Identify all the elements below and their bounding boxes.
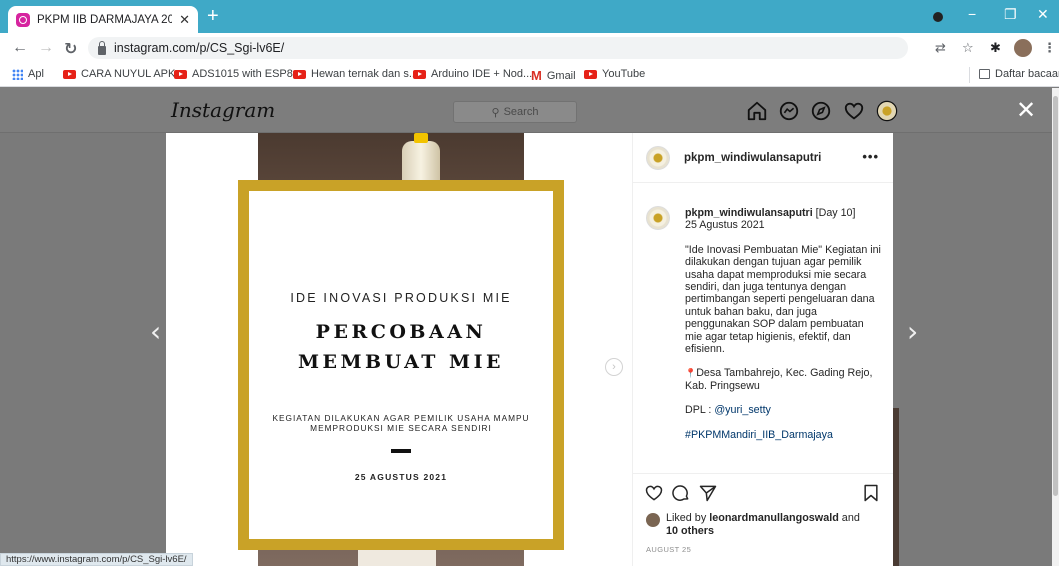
lock-icon <box>98 40 106 55</box>
caption-author-avatar[interactable] <box>646 206 670 230</box>
reload-icon[interactable]: ↻ <box>64 39 77 59</box>
explore-compass-icon[interactable] <box>810 100 832 122</box>
likes-summary: Liked by leonardmanullangoswald and 10 o… <box>646 512 860 538</box>
address-bar[interactable]: instagram.com/p/CS_Sgi-lv6E/ <box>88 37 908 59</box>
search-input[interactable]: ⚲ Search <box>453 101 577 123</box>
status-bar-url: https://www.instagram.com/p/CS_Sgi-lv6E/ <box>0 553 193 566</box>
bookmark-apps[interactable]: Apl <box>12 68 44 80</box>
location-pin-icon: 📍 <box>685 368 697 379</box>
post-actions: Liked by leonardmanullangoswald and 10 o… <box>633 473 893 565</box>
back-arrow-icon[interactable]: ← <box>12 39 28 57</box>
bookmark-item[interactable]: ADS1015 with ESP8... <box>174 68 302 80</box>
account-avatar[interactable] <box>1014 39 1032 57</box>
caption-day: [Day 10] <box>815 207 856 219</box>
extensions-puzzle-icon[interactable]: ✱ <box>990 40 1001 56</box>
next-post-arrow-icon[interactable]: › <box>907 315 918 348</box>
comment-icon[interactable] <box>671 483 691 503</box>
poster-date: 25 AGUSTUS 2021 <box>354 472 448 482</box>
poster-subtitle: IDE INOVASI PRODUKSI MIE <box>290 291 512 305</box>
bookmark-item[interactable]: Arduino IDE + Nod... <box>413 68 532 80</box>
instagram-favicon-icon <box>16 12 30 27</box>
like-heart-icon[interactable] <box>644 483 664 503</box>
reading-list-icon <box>979 69 990 79</box>
poster-divider <box>391 449 411 453</box>
carousel-next-button[interactable]: › <box>605 358 623 376</box>
caption-username[interactable]: pkpm_windiwulansaputri <box>685 207 813 219</box>
hashtag-link[interactable]: #PKPMMandiri_IIB_Darmajaya <box>685 429 833 441</box>
bookmark-star-icon[interactable]: ☆ <box>962 40 974 56</box>
post-header: pkpm_windiwulansaputri ••• <box>633 133 893 183</box>
caption-date: 25 Agustus 2021 <box>685 219 765 232</box>
home-icon[interactable] <box>746 100 768 122</box>
more-options-icon[interactable]: ••• <box>862 149 879 164</box>
post-date[interactable]: AUGUST 25 <box>646 545 691 554</box>
liker-username[interactable]: leonardmanullangoswald <box>709 512 839 524</box>
share-send-icon[interactable] <box>698 483 718 503</box>
minimize-button[interactable]: − <box>968 6 976 22</box>
dpl-label: DPL : <box>685 404 715 417</box>
new-tab-button[interactable]: + <box>207 6 219 26</box>
poster-frame: IDE INOVASI PRODUKSI MIE PERCOBAAN MEMBU… <box>238 180 564 550</box>
restore-button[interactable]: ❐ <box>1004 6 1017 23</box>
translate-icon[interactable]: ⇄ <box>935 40 946 56</box>
modal-close-button[interactable]: ✕ <box>1016 99 1036 123</box>
instagram-logo[interactable]: Instagram <box>171 98 275 122</box>
caption-text: pkpm_windiwulansaputri [Day 10] 25 Agust… <box>685 207 881 453</box>
tab-title: PKPM IIB DARMAJAYA 2021 (@pl <box>37 13 173 26</box>
caption-paragraph: "Ide Inovasi Pembuatan Mie" Kegiatan ini… <box>685 243 881 356</box>
browser-tab-active[interactable]: PKPM IIB DARMAJAYA 2021 (@pl ✕ <box>8 6 198 33</box>
search-icon: ⚲ <box>491 106 500 119</box>
profile-icon[interactable] <box>933 12 943 22</box>
poster-title-line1: PERCOBAAN <box>315 321 487 343</box>
bookmarks-bar: Apl CARA NUYUL APK... ADS1015 with ESP8.… <box>0 63 1059 87</box>
window-close-button[interactable]: ✕ <box>1037 6 1049 23</box>
liker-avatar[interactable] <box>646 513 660 527</box>
author-avatar[interactable] <box>646 145 670 170</box>
poster-title-line2: MEMBUAT MIE <box>298 351 504 373</box>
youtube-icon <box>413 69 426 79</box>
previous-post-arrow-icon[interactable]: ‹ <box>150 315 161 348</box>
scrollbar-thumb[interactable] <box>1053 96 1058 496</box>
heart-activity-icon[interactable] <box>843 100 865 122</box>
likes-others[interactable]: 10 others <box>666 525 714 537</box>
caption-location: Desa Tambahrejo, Kec. Gading Rejo, Kab. … <box>685 367 873 392</box>
gmail-icon: M <box>531 68 542 83</box>
bottle-cap-image <box>414 133 428 143</box>
reading-list-button[interactable]: Daftar bacaan <box>979 68 1059 80</box>
post-details-panel: pkpm_windiwulansaputri ••• pkpm_windiwul… <box>632 133 893 566</box>
dpl-user-link[interactable]: @yuri_setty <box>714 404 771 416</box>
browser-toolbar: ← → ↻ instagram.com/p/CS_Sgi-lv6E/ ⇄ ☆ ✱… <box>0 33 1059 63</box>
youtube-icon <box>293 69 306 79</box>
caption-area: pkpm_windiwulansaputri [Day 10] 25 Agust… <box>633 201 893 465</box>
bookmarks-separator <box>969 67 970 83</box>
apps-icon <box>12 68 23 80</box>
url-text: instagram.com/p/CS_Sgi-lv6E/ <box>114 41 285 55</box>
image-edge-strip <box>893 408 899 566</box>
bookmark-item[interactable]: Hewan ternak dan s... <box>293 68 418 80</box>
profile-avatar-icon[interactable] <box>876 100 898 122</box>
tab-close-icon[interactable]: ✕ <box>179 12 190 28</box>
author-username[interactable]: pkpm_windiwulansaputri <box>684 152 821 164</box>
bookmark-item[interactable]: CARA NUYUL APK... <box>63 68 185 80</box>
bookmark-youtube[interactable]: YouTube <box>584 68 645 80</box>
youtube-icon <box>63 69 76 79</box>
browser-tab-strip: PKPM IIB DARMAJAYA 2021 (@pl ✕ + − ❐ ✕ <box>0 0 1059 33</box>
poster-content: IDE INOVASI PRODUKSI MIE PERCOBAAN MEMBU… <box>249 191 553 539</box>
poster-description: KEGIATAN DILAKUKAN AGAR PEMILIK USAHA MA… <box>272 413 530 433</box>
menu-kebab-icon[interactable]: ⋮ <box>1043 40 1056 56</box>
youtube-icon <box>174 69 187 79</box>
save-bookmark-icon[interactable] <box>861 483 881 503</box>
post-image[interactable]: IDE INOVASI PRODUKSI MIE PERCOBAAN MEMBU… <box>166 133 632 566</box>
youtube-icon <box>584 69 597 79</box>
forward-arrow-icon[interactable]: → <box>38 39 54 57</box>
messenger-icon[interactable] <box>778 100 800 122</box>
bookmark-gmail[interactable]: M Gmail <box>531 68 576 83</box>
